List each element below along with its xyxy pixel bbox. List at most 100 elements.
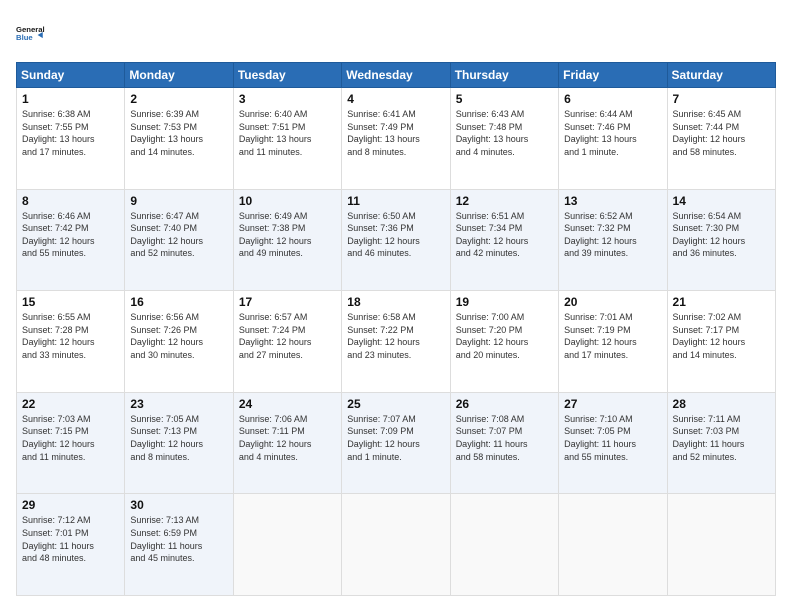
- day-info: Sunrise: 7:11 AM Sunset: 7:03 PM Dayligh…: [673, 413, 770, 463]
- day-info: Sunrise: 7:06 AM Sunset: 7:11 PM Dayligh…: [239, 413, 336, 463]
- day-number: 5: [456, 92, 553, 106]
- calendar-day-28: 28 Sunrise: 7:11 AM Sunset: 7:03 PM Dayli…: [667, 392, 775, 494]
- day-info: Sunrise: 6:38 AM Sunset: 7:55 PM Dayligh…: [22, 108, 119, 158]
- day-number: 29: [22, 498, 119, 512]
- calendar-day-1: 1 Sunrise: 6:38 AM Sunset: 7:55 PM Daylig…: [17, 88, 125, 190]
- calendar-day-17: 17 Sunrise: 6:57 AM Sunset: 7:24 PM Dayli…: [233, 291, 341, 393]
- day-number: 20: [564, 295, 661, 309]
- calendar-day-22: 22 Sunrise: 7:03 AM Sunset: 7:15 PM Dayli…: [17, 392, 125, 494]
- day-number: 13: [564, 194, 661, 208]
- day-number: 14: [673, 194, 770, 208]
- day-info: Sunrise: 6:40 AM Sunset: 7:51 PM Dayligh…: [239, 108, 336, 158]
- day-info: Sunrise: 6:57 AM Sunset: 7:24 PM Dayligh…: [239, 311, 336, 361]
- calendar-day-15: 15 Sunrise: 6:55 AM Sunset: 7:28 PM Dayli…: [17, 291, 125, 393]
- day-info: Sunrise: 7:00 AM Sunset: 7:20 PM Dayligh…: [456, 311, 553, 361]
- calendar-day-26: 26Sunrise: 7:08 AM Sunset: 7:07 PM Dayli…: [450, 392, 558, 494]
- day-info: Sunrise: 7:08 AM Sunset: 7:07 PM Dayligh…: [456, 413, 553, 463]
- calendar-header-sunday: Sunday: [17, 63, 125, 88]
- calendar-week-3: 15 Sunrise: 6:55 AM Sunset: 7:28 PM Dayli…: [17, 291, 776, 393]
- calendar-day-29: 29 Sunrise: 7:12 AM Sunset: 7:01 PM Dayli…: [17, 494, 125, 596]
- day-number: 3: [239, 92, 336, 106]
- day-info: Sunrise: 7:10 AM Sunset: 7:05 PM Dayligh…: [564, 413, 661, 463]
- day-number: 22: [22, 397, 119, 411]
- day-number: 8: [22, 194, 119, 208]
- day-info: Sunrise: 6:39 AM Sunset: 7:53 PM Dayligh…: [130, 108, 227, 158]
- day-info: Sunrise: 7:12 AM Sunset: 7:01 PM Dayligh…: [22, 514, 119, 564]
- day-info: Sunrise: 6:52 AM Sunset: 7:32 PM Dayligh…: [564, 210, 661, 260]
- day-number: 10: [239, 194, 336, 208]
- day-number: 1: [22, 92, 119, 106]
- day-number: 6: [564, 92, 661, 106]
- empty-cell: [667, 494, 775, 596]
- day-number: 30: [130, 498, 227, 512]
- day-number: 2: [130, 92, 227, 106]
- day-info: Sunrise: 7:05 AM Sunset: 7:13 PM Dayligh…: [130, 413, 227, 463]
- calendar-header-thursday: Thursday: [450, 63, 558, 88]
- day-info: Sunrise: 7:03 AM Sunset: 7:15 PM Dayligh…: [22, 413, 119, 463]
- empty-cell: [342, 494, 450, 596]
- calendar-week-2: 8 Sunrise: 6:46 AM Sunset: 7:42 PM Daylig…: [17, 189, 776, 291]
- day-info: Sunrise: 7:13 AM Sunset: 6:59 PM Dayligh…: [130, 514, 227, 564]
- calendar-day-6: 6 Sunrise: 6:44 AM Sunset: 7:46 PM Daylig…: [559, 88, 667, 190]
- empty-cell: [450, 494, 558, 596]
- calendar-day-7: 7 Sunrise: 6:45 AM Sunset: 7:44 PM Daylig…: [667, 88, 775, 190]
- calendar-header-monday: Monday: [125, 63, 233, 88]
- calendar-header-saturday: Saturday: [667, 63, 775, 88]
- calendar-header-row: SundayMondayTuesdayWednesdayThursdayFrid…: [17, 63, 776, 88]
- day-number: 12: [456, 194, 553, 208]
- day-number: 24: [239, 397, 336, 411]
- day-info: Sunrise: 6:43 AM Sunset: 7:48 PM Dayligh…: [456, 108, 553, 158]
- calendar-day-21: 21Sunrise: 7:02 AM Sunset: 7:17 PM Dayli…: [667, 291, 775, 393]
- day-info: Sunrise: 6:54 AM Sunset: 7:30 PM Dayligh…: [673, 210, 770, 260]
- day-number: 17: [239, 295, 336, 309]
- day-number: 28: [673, 397, 770, 411]
- calendar-day-8: 8 Sunrise: 6:46 AM Sunset: 7:42 PM Daylig…: [17, 189, 125, 291]
- day-info: Sunrise: 6:46 AM Sunset: 7:42 PM Dayligh…: [22, 210, 119, 260]
- calendar-day-9: 9 Sunrise: 6:47 AM Sunset: 7:40 PM Daylig…: [125, 189, 233, 291]
- calendar-week-5: 29 Sunrise: 7:12 AM Sunset: 7:01 PM Dayli…: [17, 494, 776, 596]
- calendar-day-24: 24 Sunrise: 7:06 AM Sunset: 7:11 PM Dayli…: [233, 392, 341, 494]
- calendar-day-3: 3 Sunrise: 6:40 AM Sunset: 7:51 PM Daylig…: [233, 88, 341, 190]
- calendar-day-13: 13 Sunrise: 6:52 AM Sunset: 7:32 PM Dayli…: [559, 189, 667, 291]
- calendar-day-18: 18Sunrise: 6:58 AM Sunset: 7:22 PM Dayli…: [342, 291, 450, 393]
- day-info: Sunrise: 6:47 AM Sunset: 7:40 PM Dayligh…: [130, 210, 227, 260]
- day-info: Sunrise: 6:51 AM Sunset: 7:34 PM Dayligh…: [456, 210, 553, 260]
- day-info: Sunrise: 6:49 AM Sunset: 7:38 PM Dayligh…: [239, 210, 336, 260]
- day-info: Sunrise: 6:55 AM Sunset: 7:28 PM Dayligh…: [22, 311, 119, 361]
- day-number: 16: [130, 295, 227, 309]
- day-info: Sunrise: 6:44 AM Sunset: 7:46 PM Dayligh…: [564, 108, 661, 158]
- empty-cell: [559, 494, 667, 596]
- day-info: Sunrise: 6:50 AM Sunset: 7:36 PM Dayligh…: [347, 210, 444, 260]
- calendar-day-12: 12 Sunrise: 6:51 AM Sunset: 7:34 PM Dayli…: [450, 189, 558, 291]
- calendar-header-friday: Friday: [559, 63, 667, 88]
- calendar-day-5: 5 Sunrise: 6:43 AM Sunset: 7:48 PM Daylig…: [450, 88, 558, 190]
- day-info: Sunrise: 7:01 AM Sunset: 7:19 PM Dayligh…: [564, 311, 661, 361]
- day-info: Sunrise: 6:41 AM Sunset: 7:49 PM Dayligh…: [347, 108, 444, 158]
- calendar-day-30: 30 Sunrise: 7:13 AM Sunset: 6:59 PM Dayli…: [125, 494, 233, 596]
- day-number: 19: [456, 295, 553, 309]
- calendar-header-tuesday: Tuesday: [233, 63, 341, 88]
- logo-icon: GeneralBlue: [16, 16, 52, 52]
- calendar-day-2: 2 Sunrise: 6:39 AM Sunset: 7:53 PM Daylig…: [125, 88, 233, 190]
- calendar-day-25: 25 Sunrise: 7:07 AM Sunset: 7:09 PM Dayli…: [342, 392, 450, 494]
- calendar-day-16: 16Sunrise: 6:56 AM Sunset: 7:26 PM Dayli…: [125, 291, 233, 393]
- calendar-day-19: 19 Sunrise: 7:00 AM Sunset: 7:20 PM Dayli…: [450, 291, 558, 393]
- day-number: 23: [130, 397, 227, 411]
- day-number: 15: [22, 295, 119, 309]
- day-number: 27: [564, 397, 661, 411]
- calendar-table: SundayMondayTuesdayWednesdayThursdayFrid…: [16, 62, 776, 596]
- empty-cell: [233, 494, 341, 596]
- calendar-header-wednesday: Wednesday: [342, 63, 450, 88]
- day-info: Sunrise: 7:07 AM Sunset: 7:09 PM Dayligh…: [347, 413, 444, 463]
- calendar-day-4: 4Sunrise: 6:41 AM Sunset: 7:49 PM Daylig…: [342, 88, 450, 190]
- calendar-day-14: 14 Sunrise: 6:54 AM Sunset: 7:30 PM Dayli…: [667, 189, 775, 291]
- day-number: 9: [130, 194, 227, 208]
- day-number: 18: [347, 295, 444, 309]
- day-number: 7: [673, 92, 770, 106]
- calendar-day-27: 27 Sunrise: 7:10 AM Sunset: 7:05 PM Dayli…: [559, 392, 667, 494]
- day-number: 25: [347, 397, 444, 411]
- calendar-day-20: 20 Sunrise: 7:01 AM Sunset: 7:19 PM Dayli…: [559, 291, 667, 393]
- day-number: 11: [347, 194, 444, 208]
- calendar-week-1: 1 Sunrise: 6:38 AM Sunset: 7:55 PM Daylig…: [17, 88, 776, 190]
- day-info: Sunrise: 6:45 AM Sunset: 7:44 PM Dayligh…: [673, 108, 770, 158]
